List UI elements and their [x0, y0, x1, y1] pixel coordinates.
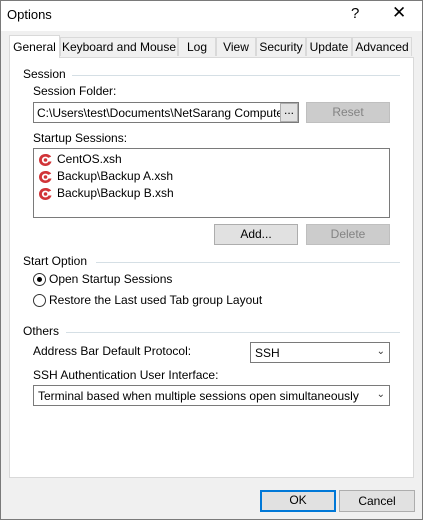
- chevron-down-icon: ⌄: [376, 389, 385, 400]
- tab-log[interactable]: Log: [178, 37, 216, 56]
- tab-keyboard-and-mouse[interactable]: Keyboard and Mouse: [60, 37, 178, 56]
- general-panel: Session Session Folder: C:\Users\test\Do…: [9, 57, 414, 478]
- options-dialog: Options ? ✕ General Keyboard and Mouse L…: [0, 0, 423, 520]
- title-bar: Options ? ✕: [1, 1, 422, 31]
- window-title: Options: [7, 7, 52, 22]
- session-file-icon: [39, 154, 52, 166]
- dialog-footer: OK Cancel: [1, 479, 422, 519]
- radio-indicator: [33, 294, 46, 307]
- start-option-separator: [96, 262, 400, 263]
- tab-security[interactable]: Security: [256, 37, 306, 56]
- protocol-select[interactable]: SSH ⌄: [250, 342, 390, 363]
- auth-ui-label: SSH Authentication User Interface:: [33, 368, 219, 382]
- ok-button[interactable]: OK: [260, 490, 336, 512]
- startup-sessions-list[interactable]: CentOS.xsh Backup\Backup A.xsh Backup\Ba…: [33, 148, 390, 218]
- radio-open-startup-sessions[interactable]: Open Startup Sessions: [33, 272, 333, 288]
- session-file-icon: [39, 171, 52, 183]
- radio-indicator: [33, 273, 46, 286]
- auth-ui-select[interactable]: Terminal based when multiple sessions op…: [33, 385, 390, 406]
- startup-sessions-label: Startup Sessions:: [33, 131, 128, 145]
- session-separator: [72, 75, 400, 76]
- add-button[interactable]: Add...: [214, 224, 298, 245]
- reset-button[interactable]: Reset: [306, 102, 390, 123]
- start-option-group-title: Start Option: [23, 254, 88, 268]
- session-name: Backup\Backup A.xsh: [57, 169, 174, 183]
- browse-folder-button[interactable]: ...: [280, 103, 298, 122]
- session-name: Backup\Backup B.xsh: [57, 186, 174, 200]
- session-name: CentOS.xsh: [57, 152, 122, 166]
- cancel-button[interactable]: Cancel: [339, 490, 415, 512]
- tab-advanced[interactable]: Advanced: [352, 37, 412, 56]
- protocol-value: SSH: [255, 346, 280, 360]
- protocol-label: Address Bar Default Protocol:: [33, 344, 192, 358]
- tab-update[interactable]: Update: [306, 37, 352, 56]
- session-folder-field[interactable]: C:\Users\test\Documents\NetSarang Comput…: [33, 102, 299, 123]
- tab-general[interactable]: General: [9, 35, 60, 58]
- session-file-icon: [39, 188, 52, 200]
- auth-ui-value: Terminal based when multiple sessions op…: [38, 389, 359, 403]
- session-group-title: Session: [23, 67, 66, 81]
- session-folder-label: Session Folder:: [33, 84, 117, 98]
- delete-button[interactable]: Delete: [306, 224, 390, 245]
- help-button[interactable]: ?: [351, 5, 359, 22]
- radio-restore-tab-group-layout[interactable]: Restore the Last used Tab group Layout: [33, 293, 363, 309]
- others-separator: [66, 332, 400, 333]
- close-button[interactable]: ✕: [392, 3, 406, 23]
- radio-label: Open Startup Sessions: [49, 272, 173, 286]
- chevron-down-icon: ⌄: [376, 346, 385, 357]
- radio-label: Restore the Last used Tab group Layout: [49, 293, 263, 307]
- others-group-title: Others: [23, 324, 60, 338]
- tab-view[interactable]: View: [216, 37, 256, 56]
